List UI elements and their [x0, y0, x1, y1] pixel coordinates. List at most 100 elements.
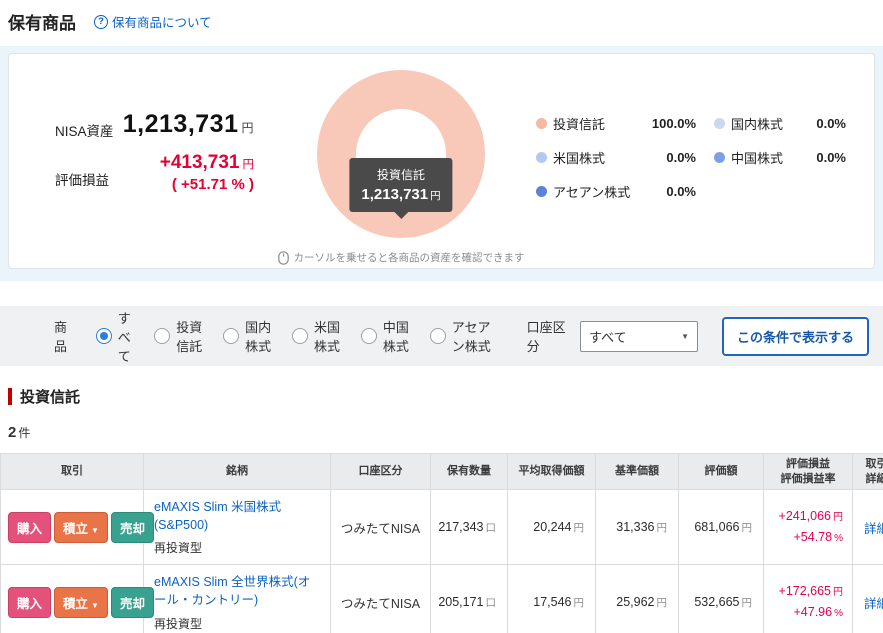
legend-item-us: 米国株式 0.0%	[536, 148, 714, 167]
col-value: 評価額	[679, 454, 764, 490]
detail-link[interactable]: 詳細	[864, 522, 883, 536]
radio-all[interactable]: すべて	[96, 308, 139, 365]
legend-value: 0.0%	[666, 184, 696, 199]
mouse-icon	[278, 251, 289, 265]
chart-tooltip: 投資信託 1,213,731円	[349, 158, 452, 212]
buy-button[interactable]: 購入	[8, 512, 51, 543]
legend-label: アセアン株式	[553, 182, 630, 201]
asset-value: 1,213,731円	[120, 110, 254, 139]
col-avg-price: 平均取得価額	[508, 454, 596, 490]
col-nav: 基準価額	[596, 454, 679, 490]
asset-unit: 円	[241, 121, 254, 135]
legend-label: 中国株式	[731, 148, 783, 167]
section-accent-bar	[8, 388, 12, 405]
detail-link[interactable]: 詳細	[864, 597, 883, 611]
apply-filter-button[interactable]: この条件で表示する	[722, 317, 869, 356]
avg-price-cell: 17,546円	[508, 565, 596, 633]
radio-us[interactable]: 米国株式	[292, 317, 345, 355]
about-holdings-link[interactable]: ? 保有商品について	[94, 12, 212, 31]
summary-card: NISA資産 評価損益 1,213,731円 +413,731円 ( +51.7…	[8, 53, 875, 269]
gain-cell: +241,066円 +54.78%	[764, 490, 853, 565]
chart-hint: カーソルを乗せると各商品の資産を確認できます	[296, 250, 506, 265]
detail-cell: 詳細	[853, 490, 883, 565]
radio-icon	[96, 328, 112, 344]
legend-label: 米国株式	[553, 148, 605, 167]
tooltip-label: 投資信託	[361, 166, 440, 183]
pl-value: +413,731円	[120, 152, 254, 174]
about-holdings-label: 保有商品について	[112, 12, 212, 31]
col-gain: 評価損益評価損益率	[764, 454, 853, 490]
result-count: 2件	[8, 424, 883, 442]
legend-item-domestic: 国内株式 0.0%	[714, 114, 864, 133]
nav-cell: 25,962円	[596, 565, 679, 633]
chart-hint-text: カーソルを乗せると各商品の資産を確認できます	[294, 250, 525, 265]
radio-domestic[interactable]: 国内株式	[223, 317, 276, 355]
section-title: 投資信託	[20, 386, 80, 407]
col-trade: 取引	[1, 454, 144, 490]
allocation-chart: 投資信託 1,213,731円 カーソルを乗せると各商品の資産を確認できます	[296, 70, 506, 265]
value-cell: 532,665円	[679, 565, 764, 633]
pl-label: 評価損益	[55, 169, 120, 189]
fund-cell: eMAXIS Slim 米国株式(S&P500) 再投資型	[144, 490, 331, 565]
chevron-down-icon: ▼	[681, 332, 689, 341]
sell-button[interactable]: 売却	[111, 587, 154, 618]
radio-icon	[154, 328, 170, 344]
radio-toshin[interactable]: 投資信託	[154, 317, 207, 355]
table-row: 購入積立▼売却 eMAXIS Slim 米国株式(S&P500) 再投資型 つみ…	[1, 490, 883, 565]
radio-icon	[430, 328, 446, 344]
value-cell: 681,066円	[679, 490, 764, 565]
legend-label: 国内株式	[731, 114, 783, 133]
legend-dot	[536, 152, 547, 163]
account-type-select[interactable]: すべて ▼	[580, 321, 698, 352]
gain-cell: +172,665円 +47.96%	[764, 565, 853, 633]
summary-values: 1,213,731円 +413,731円 ( +51.71 % )	[120, 110, 254, 193]
radio-china[interactable]: 中国株式	[361, 317, 414, 355]
page-header: 保有商品 ? 保有商品について	[0, 0, 883, 34]
filter-bar: 商品 すべて 投資信託 国内株式 米国株式 中国株式 アセアン株式 口座区分 す…	[0, 306, 883, 366]
radio-icon	[292, 328, 308, 344]
chevron-down-icon: ▼	[91, 526, 99, 535]
legend-item-toshin: 投資信託 100.0%	[536, 114, 714, 133]
trade-buttons: 購入積立▼売却	[1, 490, 144, 565]
legend-dot	[714, 152, 725, 163]
account-cell: つみたてNISA	[331, 565, 431, 633]
fund-type: 再投資型	[154, 615, 320, 632]
legend-value: 100.0%	[652, 116, 696, 131]
legend-value: 0.0%	[816, 150, 846, 165]
table-row: 購入積立▼売却 eMAXIS Slim 全世界株式(オール・カントリー) 再投資…	[1, 565, 883, 633]
fund-link[interactable]: eMAXIS Slim 米国株式(S&P500)	[154, 498, 320, 534]
product-filter-label: 商品	[54, 317, 74, 355]
legend-value: 0.0%	[816, 116, 846, 131]
reserve-button[interactable]: 積立▼	[54, 587, 108, 618]
section-header: 投資信託	[8, 386, 883, 407]
holdings-table-wrap: 取引 銘柄 口座区分 保有数量 平均取得価額 基準価額 評価額 評価損益評価損益…	[0, 453, 883, 633]
radio-icon	[223, 328, 239, 344]
summary-band: NISA資産 評価損益 1,213,731円 +413,731円 ( +51.7…	[0, 46, 883, 281]
legend-item-asean: アセアン株式 0.0%	[536, 182, 714, 201]
fund-link[interactable]: eMAXIS Slim 全世界株式(オール・カントリー)	[154, 573, 320, 609]
reserve-button[interactable]: 積立▼	[54, 512, 108, 543]
avg-price-cell: 20,244円	[508, 490, 596, 565]
buy-button[interactable]: 購入	[8, 587, 51, 618]
legend-value: 0.0%	[666, 150, 696, 165]
donut-chart[interactable]: 投資信託 1,213,731円	[317, 70, 485, 238]
sell-button[interactable]: 売却	[111, 512, 154, 543]
asset-label: NISA資産	[55, 120, 120, 140]
summary-labels: NISA資産 評価損益	[55, 120, 120, 189]
chart-legend: 投資信託 100.0% 国内株式 0.0% 米国株式 0.0% 中国株式 0.0…	[536, 114, 864, 201]
fund-type: 再投資型	[154, 539, 320, 556]
radio-asean[interactable]: アセアン株式	[430, 317, 501, 355]
trade-buttons: 購入積立▼売却	[1, 565, 144, 633]
product-radio-group: すべて 投資信託 国内株式 米国株式 中国株式 アセアン株式	[96, 308, 501, 365]
col-detail: 取引詳細	[853, 454, 883, 490]
quantity-cell: 217,343口	[431, 490, 508, 565]
col-name: 銘柄	[144, 454, 331, 490]
col-quantity: 保有数量	[431, 454, 508, 490]
pl-percent: ( +51.71 % )	[120, 176, 254, 193]
table-header-row: 取引 銘柄 口座区分 保有数量 平均取得価額 基準価額 評価額 評価損益評価損益…	[1, 454, 883, 490]
radio-icon	[361, 328, 377, 344]
pl-unit: 円	[243, 159, 255, 171]
col-account: 口座区分	[331, 454, 431, 490]
tooltip-value: 1,213,731円	[361, 186, 440, 203]
page-title: 保有商品	[8, 9, 76, 34]
